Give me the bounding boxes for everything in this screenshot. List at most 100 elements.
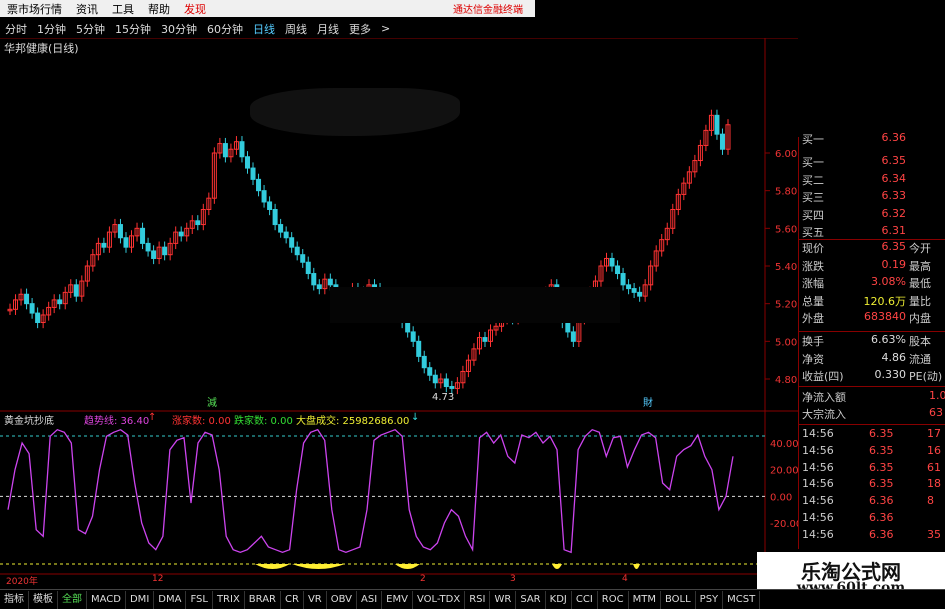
quote-panel: 买一 6.36 买一 6.35 买二 6.34 买三 6.33 买四 6.32 买五 6.31 现价 6.…	[798, 131, 945, 549]
market-arrow: ↓	[411, 412, 420, 423]
tick-row: 14:56 6.36	[799, 511, 945, 527]
candle-body	[195, 220, 201, 226]
quote-row: 换手 6.63% 股本	[799, 333, 945, 349]
indicator-tab[interactable]: DMA	[154, 590, 187, 609]
redaction-blot	[330, 287, 620, 323]
candle-body	[145, 242, 151, 252]
quote-label: 总量	[802, 294, 824, 308]
period-tab[interactable]: >	[376, 22, 395, 35]
bid-label: 买二	[802, 173, 824, 187]
indicator-tab[interactable]: VR	[304, 590, 327, 609]
quote-label: 涨跌	[802, 259, 824, 273]
quote-value: 683840	[864, 310, 906, 323]
menu-item[interactable]: 票市场行情	[0, 1, 69, 17]
tick-time: 14:56	[802, 477, 834, 491]
indicator-tab[interactable]: VOL-TDX	[413, 590, 466, 609]
menu-item[interactable]: 发现	[177, 1, 213, 17]
bid-row-partial: 买一 6.36	[799, 131, 945, 147]
period-tab[interactable]: 周线	[280, 21, 312, 37]
menu-item[interactable]: 帮助	[141, 1, 177, 17]
period-tab[interactable]: 60分钟	[202, 21, 248, 37]
quote-value: 0.330	[874, 368, 907, 381]
tick-volume: 35	[927, 527, 941, 541]
flow-row: 大宗流入 63	[799, 406, 945, 422]
price-axis-label: 4.80	[775, 375, 797, 386]
indicator-tab[interactable]: PSY	[696, 590, 724, 609]
indicator-tab[interactable]: MACD	[87, 590, 126, 609]
menu-item[interactable]: 工具	[105, 1, 141, 17]
time-axis-label: 12	[152, 574, 164, 584]
candle-body	[239, 141, 245, 158]
quote-row: 涨跌 0.19 最高	[799, 258, 945, 274]
period-tab[interactable]: 更多	[344, 21, 376, 37]
indicator-tab[interactable]: KDJ	[546, 590, 572, 609]
indicator-tab[interactable]: DMI	[126, 590, 155, 609]
bid-price: 6.35	[881, 154, 907, 167]
indicator-tab[interactable]: FSL	[186, 590, 213, 609]
price-axis-label: 5.40	[775, 262, 797, 273]
price-axis-label: 5.60	[775, 224, 797, 235]
indicator-tab[interactable]: ASI	[357, 590, 383, 609]
indicator-tab[interactable]: EMV	[382, 590, 413, 609]
indicator-tab[interactable]: 全部	[58, 590, 87, 609]
indicator-tab[interactable]: 模板	[29, 590, 58, 609]
period-tab[interactable]: 分时	[0, 21, 32, 37]
tick-row: 14:56 6.36 35	[799, 528, 945, 544]
period-tab[interactable]: 30分钟	[156, 21, 202, 37]
indicator-tab[interactable]: TRIX	[213, 590, 245, 609]
indicator-tab[interactable]: WR	[490, 590, 517, 609]
candle-body	[443, 378, 449, 388]
candle-body	[151, 250, 157, 259]
menu-item[interactable]: 资讯	[69, 1, 105, 17]
tick-time: 14:56	[802, 427, 834, 440]
price-axis-label: 5.20	[775, 300, 797, 311]
bid-row: 买三 6.33	[799, 189, 945, 205]
period-tab[interactable]: 日线	[248, 21, 280, 37]
flow-label: 大宗流入	[802, 408, 846, 421]
tick-price: 6.35	[869, 477, 894, 491]
candle-body	[178, 231, 184, 237]
indicator-tab[interactable]: MCST	[723, 590, 761, 609]
indicator-tab[interactable]: RSI	[465, 590, 491, 609]
bottom-signal-fill	[633, 564, 640, 569]
tick-row: 14:56 6.35 17	[799, 427, 945, 443]
quote-value: 6.35	[881, 240, 907, 253]
period-tab[interactable]: 5分钟	[71, 21, 110, 37]
tick-row: 14:56 6.36 8	[799, 494, 945, 510]
indicator-tab[interactable]: CCI	[572, 590, 598, 609]
bid-price: 6.33	[881, 189, 907, 202]
flow-row: 净流入额 1.0	[799, 389, 945, 405]
trend-value: 趋势线: 36.40	[84, 416, 150, 427]
candle-body	[261, 190, 267, 203]
tick-price: 6.35	[869, 427, 894, 440]
period-tab[interactable]: 1分钟	[32, 21, 71, 37]
indicator-tab[interactable]: SAR	[516, 590, 546, 609]
period-tab[interactable]: 月线	[312, 21, 344, 37]
quote-row: 涨幅 3.08% 最低	[799, 275, 945, 291]
candle-body	[272, 209, 278, 226]
indicator-axis-label: -20.00	[770, 519, 798, 530]
indicator-tab[interactable]: MTM	[629, 590, 661, 609]
period-toolbar: 分时 1分钟 5分钟 15分钟 30分钟 60分钟 日线 周线 月线 更多 >	[0, 19, 535, 38]
time-axis-label: 2020年	[6, 577, 38, 587]
candle-body	[289, 237, 295, 248]
indicator-tab[interactable]: BRAR	[245, 590, 281, 609]
period-tab[interactable]: 15分钟	[110, 21, 156, 37]
indicator-tab[interactable]: ROC	[598, 590, 629, 609]
candle-body	[449, 386, 455, 389]
flow-label: 净流入额	[802, 391, 846, 404]
indicator-tab[interactable]: OBV	[327, 590, 357, 609]
bid-label: 买一	[802, 156, 824, 169]
event-marker: 減	[207, 396, 217, 409]
tick-time: 14:56	[802, 494, 834, 508]
down-count: 跌家数: 0.00	[234, 416, 293, 427]
indicator-axis-label: 20.00	[770, 466, 798, 477]
indicator-trend-line	[7, 428, 734, 554]
indicator-tab[interactable]: 指标	[0, 590, 29, 609]
tick-volume: 17	[927, 427, 941, 440]
indicator-tab[interactable]: CR	[281, 590, 304, 609]
candle-body	[57, 299, 63, 305]
indicator-tab[interactable]: BOLL	[661, 590, 696, 609]
tick-price: 6.36	[869, 511, 894, 524]
quote-label: 收益(四)	[802, 370, 844, 383]
